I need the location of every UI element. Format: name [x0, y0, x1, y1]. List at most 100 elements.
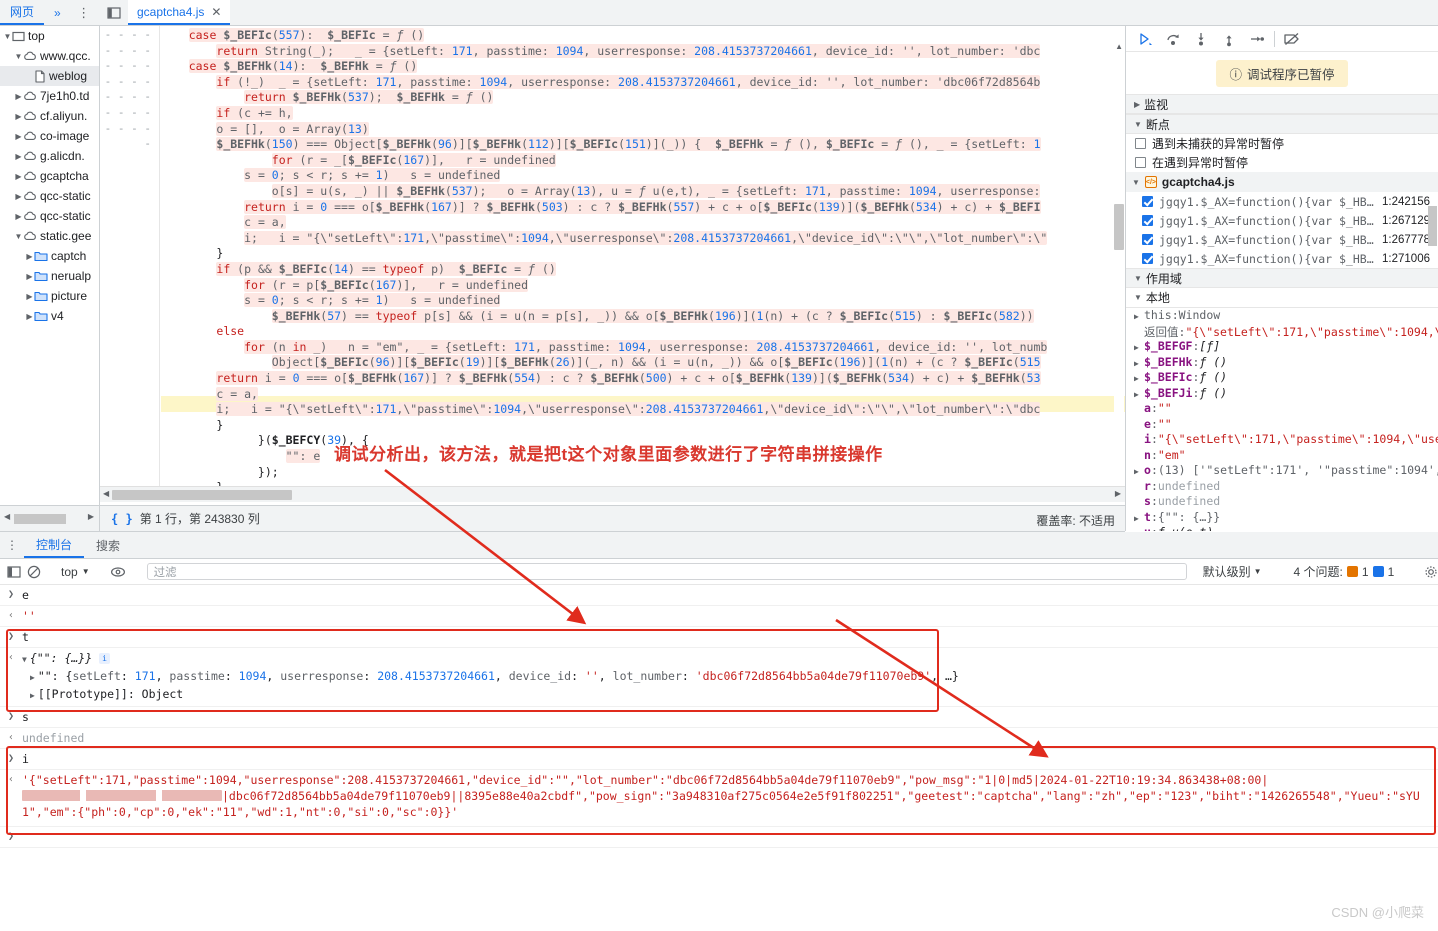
deactivate-breakpoints-button[interactable]	[1279, 27, 1305, 51]
scope-var-_befji[interactable]: ▶ $_BEFJi: ƒ ()	[1126, 386, 1438, 402]
breakpoint-row[interactable]: jgqy1.$_AX=function(){var $_HB… 1:267129	[1126, 211, 1438, 230]
breakpoint-checkbox[interactable]	[1142, 234, 1153, 245]
console-object-output[interactable]: ‹ ▼ {"": {…}} i ▶ "": {setLeft: 171, passtim…	[0, 648, 1438, 707]
chevron-right-icon[interactable]: ▶	[14, 92, 23, 101]
chevron-right-icon[interactable]: ▶	[25, 252, 34, 261]
chevron-down-icon[interactable]: ▼	[3, 32, 12, 41]
console-input[interactable]: ❯ e	[0, 585, 1438, 606]
console-input[interactable]: ❯ t	[0, 627, 1438, 648]
debugger-scroll-thumb[interactable]	[1428, 206, 1437, 246]
chevron-right-icon[interactable]: ▶	[1134, 340, 1144, 355]
chevron-right-icon[interactable]: ▶	[14, 112, 23, 121]
editor-horizontal-scrollbar[interactable]: ◀ ▶	[100, 486, 1125, 502]
chevron-right-icon[interactable]: ▶	[25, 272, 34, 281]
issues-summary[interactable]: 4 个问题: 1 1	[1294, 563, 1395, 580]
tab-search[interactable]: 搜索	[84, 532, 132, 558]
scope-var-s[interactable]: s: undefined	[1126, 494, 1438, 510]
info-badge-icon[interactable]: i	[99, 653, 111, 664]
scope-var-_befic[interactable]: ▶ $_BEFIc: ƒ ()	[1126, 370, 1438, 386]
chevron-down-icon[interactable]: ▼	[14, 232, 23, 241]
section-watch[interactable]: ▶ 监视	[1126, 94, 1438, 114]
kebab-menu-icon[interactable]: ⋮	[71, 0, 97, 25]
chevron-right-icon[interactable]: ▶	[1134, 464, 1144, 479]
chevron-right-icon[interactable]: ▶	[1134, 511, 1144, 526]
chevron-right-icon[interactable]: ▶	[14, 212, 23, 221]
tab-more[interactable]: »	[44, 0, 71, 25]
tree-item-qcc-static[interactable]: ▶ qcc-static	[0, 186, 99, 206]
scope-var-this[interactable]: ▶ this: Window	[1126, 308, 1438, 324]
breakpoint-checkbox[interactable]	[1142, 253, 1153, 264]
clear-console-icon[interactable]	[27, 561, 41, 583]
tree-item-static-gee[interactable]: ▼ static.gee	[0, 226, 99, 246]
scope-var-t[interactable]: ▶ t: {"": {…}}	[1126, 510, 1438, 526]
editor-scroll-thumb[interactable]	[1114, 204, 1124, 250]
chevron-right-icon[interactable]: ▶	[1134, 356, 1144, 371]
scope-var-a[interactable]: a: ""	[1126, 401, 1438, 417]
console-kebab-icon[interactable]: ⋮	[0, 532, 24, 558]
console-object-row[interactable]: ▶ [[Prototype]]: Object	[8, 686, 183, 704]
chevron-right-icon[interactable]: ▶	[25, 312, 34, 321]
code-scroll-area[interactable]: case $_BEFIc(557): $_BEFIc = ƒ () return…	[161, 26, 1113, 486]
checkbox[interactable]	[1135, 138, 1146, 149]
console-prompt[interactable]: ❯	[0, 827, 1438, 848]
section-scope[interactable]: ▼ 作用域	[1126, 268, 1438, 288]
tree-item-nerualp[interactable]: ▶ nerualp	[0, 266, 99, 286]
console-input[interactable]: ❯ s	[0, 707, 1438, 728]
scroll-right-arrow-icon[interactable]: ▶	[1115, 489, 1121, 498]
code-editor[interactable]: - - - - - - - - - - - - - - - - - - - - …	[100, 26, 1125, 486]
scroll-left-arrow-icon[interactable]: ◀	[103, 489, 109, 498]
breakpoint-checkbox[interactable]	[1142, 215, 1153, 226]
pretty-print-icon[interactable]: { }	[111, 512, 133, 526]
section-local[interactable]: ▼ 本地	[1126, 288, 1438, 308]
execution-context-select[interactable]: top ▼	[57, 565, 94, 579]
scope-var-i[interactable]: i: "{\"setLeft\":171,\"passtime\":1094,\…	[1126, 432, 1438, 448]
tree-scroll-left-icon[interactable]: ◀	[4, 512, 10, 521]
chevron-down-icon[interactable]: ▼	[14, 52, 23, 61]
section-breakpoints[interactable]: ▼ 断点	[1126, 114, 1438, 134]
tree-item-picture[interactable]: ▶ picture	[0, 286, 99, 306]
pause-option-1[interactable]: 在遇到异常时暂停	[1126, 153, 1438, 172]
chevron-right-icon[interactable]: ▶	[1134, 526, 1144, 531]
tree-item-gcaptcha[interactable]: ▶ gcaptcha	[0, 166, 99, 186]
chevron-right-icon[interactable]: ▶	[1134, 371, 1144, 386]
breakpoint-row[interactable]: jgqy1.$_AX=function(){var $_HB… 1:271006	[1126, 249, 1438, 268]
page-file-tree[interactable]: ▼ top ▼ www.qcc. weblog ▶ 7je1h0.td ▶ cf.aliyun.…	[0, 26, 100, 511]
tree-item-v4[interactable]: ▶ v4	[0, 306, 99, 326]
resume-button[interactable]	[1132, 27, 1158, 51]
tree-item-weblog[interactable]: weblog	[0, 66, 99, 86]
log-level-select[interactable]: 默认级别 ▼	[1203, 563, 1262, 580]
eye-icon[interactable]	[110, 561, 126, 583]
breakpoint-row[interactable]: jgqy1.$_AX=function(){var $_HB… 1:267778	[1126, 230, 1438, 249]
chevron-right-icon[interactable]: ▶	[14, 192, 23, 201]
scope-var-o[interactable]: ▶ o: (13) ['"setLeft":171', '"passtime":1…	[1126, 463, 1438, 479]
scope-var-_befhk[interactable]: ▶ $_BEFHk: ƒ ()	[1126, 355, 1438, 371]
scope-var-u[interactable]: ▶u: ƒ u(e,t)	[1126, 525, 1438, 531]
step-into-button[interactable]	[1188, 27, 1214, 51]
chevron-right-icon[interactable]: ▶	[25, 292, 34, 301]
pause-option-0[interactable]: 遇到未捕获的异常时暂停	[1126, 134, 1438, 153]
tree-item-cf-aliyun-[interactable]: ▶ cf.aliyun.	[0, 106, 99, 126]
chevron-right-icon[interactable]: ▶	[1134, 309, 1144, 324]
tree-item-g-alicdn-[interactable]: ▶ g.alicdn.	[0, 146, 99, 166]
tab-webpage[interactable]: 网页	[0, 0, 45, 25]
breakpoint-file-header[interactable]: ▼ </> gcaptcha4.js	[1126, 172, 1438, 192]
scroll-up-arrow-icon[interactable]: ▲	[1115, 42, 1123, 51]
tree-item-7je1h0-td[interactable]: ▶ 7je1h0.td	[0, 86, 99, 106]
tree-item-captch[interactable]: ▶ captch	[0, 246, 99, 266]
chevron-right-icon[interactable]: ▶	[30, 691, 35, 700]
tree-scroll-right-icon[interactable]: ▶	[88, 512, 94, 521]
step-button[interactable]	[1244, 27, 1270, 51]
breakpoint-row[interactable]: jgqy1.$_AX=function(){var $_HB… 1:242156	[1126, 192, 1438, 211]
chevron-right-icon[interactable]: ▶	[14, 132, 23, 141]
console-input[interactable]: ❯ i	[0, 749, 1438, 770]
breakpoint-checkbox[interactable]	[1142, 196, 1153, 207]
scope-var-e[interactable]: e: ""	[1126, 417, 1438, 433]
scope-var-[interactable]: 返回值: "{\"setLeft\":171,\"passtime\":1094…	[1126, 324, 1438, 340]
gear-icon[interactable]	[1424, 561, 1438, 583]
chevron-down-icon[interactable]: ▼	[22, 655, 27, 664]
step-out-button[interactable]	[1216, 27, 1242, 51]
tab-console[interactable]: 控制台	[24, 532, 85, 558]
editor-hscroll-thumb[interactable]	[112, 490, 292, 500]
console-sidebar-icon[interactable]	[7, 561, 21, 583]
file-tab-gcaptcha4[interactable]: gcaptcha4.js ✕	[128, 0, 231, 25]
